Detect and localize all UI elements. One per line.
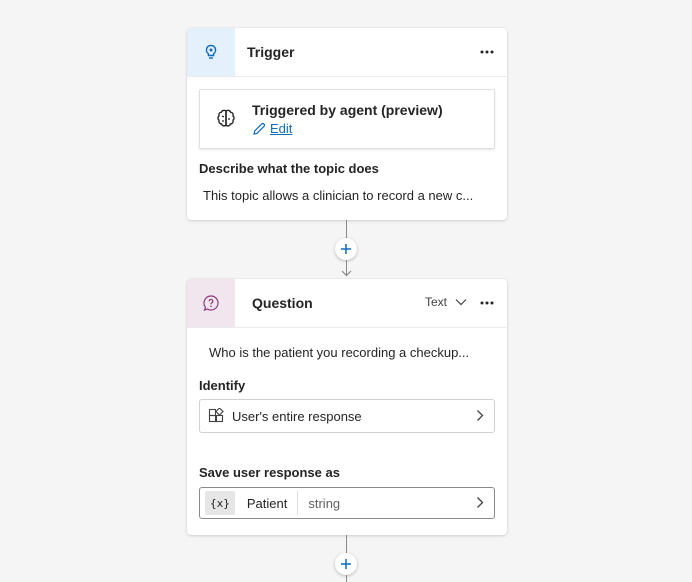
topic-description[interactable]: This topic allows a clinician to record … — [203, 188, 491, 203]
trigger-agent-box: Triggered by agent (preview) Edit — [199, 89, 495, 149]
entity-grid-icon — [208, 408, 224, 423]
response-type-value: Text — [424, 295, 447, 309]
variable-type: string — [297, 491, 340, 515]
brain-icon — [200, 108, 252, 130]
describe-label: Describe what the topic does — [199, 161, 379, 176]
agent-trigger-title: Triggered by agent (preview) — [252, 102, 443, 118]
response-type-select[interactable]: Text — [425, 295, 467, 309]
pencil-icon — [253, 122, 266, 135]
question-node[interactable]: Question Text Who is the patient you rec… — [187, 279, 507, 535]
connector-line — [346, 220, 347, 238]
trigger-node-title: Trigger — [247, 44, 295, 60]
plus-icon — [341, 244, 351, 254]
save-response-label: Save user response as — [199, 465, 340, 480]
add-node-button[interactable] — [335, 238, 357, 260]
question-bubble-icon — [187, 279, 235, 327]
more-horizontal-icon — [480, 50, 494, 54]
question-node-header: Question Text — [187, 279, 507, 328]
more-horizontal-icon — [480, 301, 494, 305]
identify-label: Identify — [199, 378, 246, 393]
connector-line — [346, 575, 347, 582]
variable-picker[interactable]: {x} Patient string — [199, 487, 495, 519]
connector-line — [346, 535, 347, 553]
chevron-down-icon — [455, 299, 467, 306]
question-node-title: Question — [252, 295, 313, 311]
trigger-more-button[interactable] — [475, 40, 499, 64]
trigger-node[interactable]: Trigger Triggered by agent (preview) Edi… — [187, 28, 507, 220]
variable-badge-icon: {x} — [205, 491, 235, 515]
chevron-right-icon — [477, 410, 484, 421]
question-prompt[interactable]: Who is the patient you recording a check… — [209, 345, 490, 360]
variable-name: Patient — [246, 495, 288, 511]
identify-value: User's entire response — [232, 408, 362, 424]
edit-label[interactable]: Edit — [270, 121, 292, 136]
trigger-node-header: Trigger — [187, 28, 507, 77]
plus-icon — [341, 559, 351, 569]
lightbulb-icon — [187, 28, 235, 76]
chevron-right-icon — [477, 497, 484, 508]
connector-arrow-icon — [341, 270, 352, 277]
question-more-button[interactable] — [475, 291, 499, 315]
add-node-button[interactable] — [335, 553, 357, 575]
edit-link[interactable]: Edit — [252, 121, 443, 136]
identify-picker[interactable]: User's entire response — [199, 399, 495, 433]
